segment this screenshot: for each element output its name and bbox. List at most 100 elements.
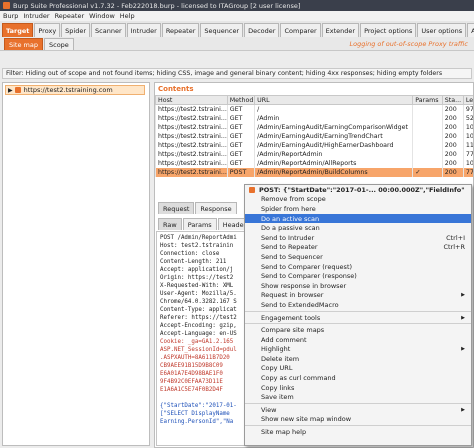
- site-map-tree: ▶ https://test2.tstraining.com: [2, 82, 150, 446]
- table-cell: GET: [226, 131, 255, 141]
- tab-proxy[interactable]: Proxy: [34, 23, 61, 37]
- subtab-site-map[interactable]: Site map: [4, 38, 43, 50]
- request-line: 9F4B92C0EFAA73D11E: [160, 379, 223, 385]
- request-line: [160, 394, 242, 402]
- table-row[interactable]: https://test2.tstraini... GET/Admin/Earni…: [155, 122, 473, 132]
- menu-item-request-in-browser[interactable]: Request in browser ▶: [245, 291, 471, 301]
- menu-item-copy-links[interactable]: Copy links: [245, 383, 471, 393]
- menu-burp[interactable]: Burp: [3, 12, 18, 20]
- submenu-arrow-icon: ▶: [461, 346, 465, 353]
- filter-bar[interactable]: Filter: Hiding out of scope and not foun…: [2, 68, 472, 79]
- request-line: Connection: close: [160, 251, 220, 257]
- request-tab-bar: Request Response: [158, 202, 238, 214]
- menu-item-send-to-sequencer[interactable]: Send to Sequencer: [245, 252, 471, 262]
- menu-repeater[interactable]: Repeater: [55, 12, 85, 20]
- menu-item-copy-url[interactable]: Copy URL: [245, 364, 471, 374]
- tab-response[interactable]: Response: [195, 202, 237, 214]
- table-row[interactable]: https://test2.tstraini...GET/ 2009762: [155, 104, 473, 114]
- menu-item-add-comment[interactable]: Add comment: [245, 335, 471, 345]
- column-header-sta[interactable]: Sta...: [441, 95, 464, 105]
- menu-help[interactable]: Help: [120, 12, 135, 20]
- tab-repeater[interactable]: Repeater: [161, 23, 200, 37]
- menu-item-label: View: [261, 405, 277, 414]
- column-header-method[interactable]: Method: [226, 95, 256, 105]
- shortcut-label: Ctrl+R: [443, 243, 465, 252]
- tab-extender[interactable]: Extender: [321, 23, 360, 37]
- menu-separator: [245, 403, 471, 405]
- table-cell: 1084: [462, 122, 473, 132]
- tab-scanner[interactable]: Scanner: [91, 23, 126, 37]
- table-cell: 200: [441, 131, 464, 141]
- menu-item-label: Send to Sequencer: [261, 252, 323, 261]
- table-cell: /Admin/ReportAdmin: [254, 149, 413, 159]
- table-row[interactable]: https://test2.tstraini... GET/Admin/Repor…: [155, 149, 473, 159]
- menu-item-label: Do an active scan: [261, 214, 320, 223]
- menu-separator: [245, 323, 471, 325]
- folder-icon: [14, 87, 21, 93]
- menu-item-do-a-passive-scan[interactable]: Do a passive scan: [245, 223, 471, 233]
- table-row[interactable]: https://test2.tstraini... GET/Admin/Repor…: [155, 158, 473, 168]
- menu-item-site-map-help[interactable]: Site map help: [245, 427, 471, 437]
- tab-intruder[interactable]: Intruder: [126, 23, 161, 37]
- menu-item-send-to-comparer-request[interactable]: Send to Comparer (request): [245, 262, 471, 272]
- table-cell: [412, 158, 443, 168]
- table-cell: 200: [441, 122, 464, 132]
- subtab-scope[interactable]: Scope: [44, 38, 74, 50]
- tab-user-options[interactable]: User options: [417, 23, 467, 37]
- menu-item-show-new-site-map-window[interactable]: Show new site map window: [245, 415, 471, 425]
- menu-item-send-to-comparer-response[interactable]: Send to Comparer (response): [245, 271, 471, 281]
- table-cell: https://test2.tstraini...: [155, 131, 228, 141]
- table-cell: https://test2.tstraini...: [155, 158, 228, 168]
- tree-node-host[interactable]: ▶ https://test2.tstraining.com: [5, 85, 145, 95]
- menu-item-send-to-repeater[interactable]: Send to Repeater Ctrl+R: [245, 243, 471, 253]
- column-header-host[interactable]: Host: [155, 95, 228, 105]
- table-cell: 200: [441, 158, 464, 168]
- menu-item-delete-item[interactable]: Delete item: [245, 354, 471, 364]
- table-cell: https://test2.tstraini...: [155, 167, 228, 177]
- tab-spider[interactable]: Spider: [61, 23, 91, 37]
- menu-item-view[interactable]: View ▶: [245, 405, 471, 415]
- tab-alerts[interactable]: Alerts: [467, 23, 474, 37]
- request-raw-text[interactable]: POST /Admin/ReportAdmi Host: test2.tstrai…: [156, 231, 246, 446]
- menu-item-engagement-tools[interactable]: Engagement tools ▶: [245, 313, 471, 323]
- tree-node-label: https://test2.tstraining.com: [23, 86, 113, 94]
- tab-target[interactable]: Target: [2, 23, 34, 37]
- menu-item-do-an-active-scan[interactable]: Do an active scan: [245, 213, 471, 224]
- tab-sequencer[interactable]: Sequencer: [200, 23, 244, 37]
- menu-item-label: Send to ExtendedMacro: [261, 300, 339, 309]
- menu-item-send-to-intruder[interactable]: Send to Intruder Ctrl+I: [245, 233, 471, 243]
- column-header-lengt[interactable]: Lengt: [462, 95, 473, 105]
- tab-comparer[interactable]: Comparer: [280, 23, 321, 37]
- expand-arrow-icon[interactable]: ▶: [8, 87, 13, 94]
- menu-item-send-to-extendedmacro[interactable]: Send to ExtendedMacro: [245, 300, 471, 310]
- tab-raw[interactable]: Raw: [158, 218, 182, 230]
- menu-item-save-item[interactable]: Save item: [245, 392, 471, 402]
- table-row[interactable]: https://test2.tstraini... POST/Admin/Repo…: [155, 167, 473, 177]
- tab-request[interactable]: Request: [158, 202, 195, 214]
- column-header-url[interactable]: URL: [254, 95, 414, 105]
- table-row[interactable]: https://test2.tstraini... GET/Admin/Earni…: [155, 131, 473, 141]
- table-cell: 5210: [462, 113, 473, 123]
- menu-item-label: Engagement tools: [261, 313, 321, 322]
- column-header-params[interactable]: Params: [412, 95, 443, 105]
- menu-item-highlight[interactable]: Highlight ▶: [245, 345, 471, 355]
- request-line: Earning.PersonId","Na: [160, 419, 234, 425]
- table-cell: [412, 140, 443, 150]
- menu-item-compare-site-maps[interactable]: Compare site maps: [245, 325, 471, 335]
- tab-decoder[interactable]: Decoder: [244, 23, 280, 37]
- menu-item-label: Remove from scope: [261, 195, 326, 204]
- menu-item-copy-as-curl-command[interactable]: Copy as curl command: [245, 373, 471, 383]
- menu-item-remove-from-scope[interactable]: Remove from scope: [245, 195, 471, 205]
- table-row[interactable]: https://test2.tstraini...GET/Admin 200521…: [155, 113, 473, 123]
- request-line: POST /Admin/ReportAdmi: [160, 235, 237, 241]
- tab-project-options[interactable]: Project options: [360, 23, 417, 37]
- logging-notice: Logging of out-of-scope Proxy traffic: [349, 40, 468, 48]
- table-cell: POST: [226, 167, 255, 177]
- table-row[interactable]: https://test2.tstraini... GET/Admin/Earni…: [155, 140, 473, 150]
- menu-window[interactable]: Window: [89, 12, 115, 20]
- tab-params[interactable]: Params: [182, 218, 217, 230]
- menu-item-label: Show new site map window: [261, 415, 352, 424]
- menu-item-spider-from-here[interactable]: Spider from here: [245, 204, 471, 214]
- menu-item-show-response-in-browser[interactable]: Show response in browser: [245, 281, 471, 291]
- menu-intruder[interactable]: Intruder: [23, 12, 49, 20]
